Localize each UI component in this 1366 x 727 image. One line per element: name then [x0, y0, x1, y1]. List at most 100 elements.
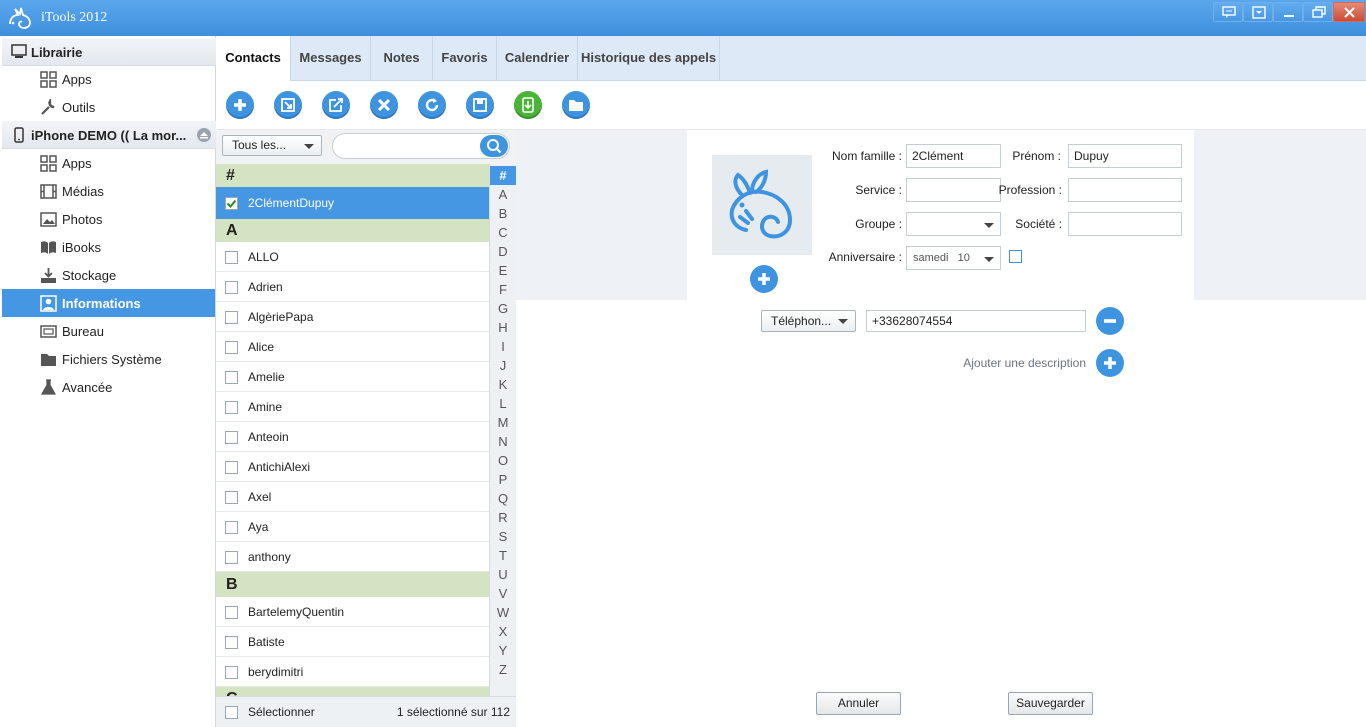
eject-icon[interactable] — [197, 128, 211, 142]
anniversaire-checkbox[interactable] — [1009, 250, 1022, 263]
checkbox[interactable] — [225, 551, 238, 564]
tab-notes[interactable]: Notes — [371, 36, 433, 81]
import-icon[interactable] — [274, 91, 302, 119]
group-filter-dropdown[interactable]: Tous les... — [222, 135, 322, 156]
alphabet-letter[interactable]: O — [490, 451, 516, 470]
list-item[interactable]: AlgèriePapa — [216, 302, 489, 332]
phone-field[interactable]: +33628074554 — [866, 310, 1086, 332]
alphabet-letter[interactable]: D — [490, 242, 516, 261]
alphabet-letter[interactable]: S — [490, 527, 516, 546]
edit-icon[interactable] — [322, 91, 350, 119]
prenom-field[interactable]: Dupuy — [1068, 144, 1182, 168]
checkbox-checked[interactable] — [225, 197, 238, 210]
alphabet-letter[interactable]: V — [490, 584, 516, 603]
list-item[interactable]: Axel — [216, 482, 489, 512]
sidebar-item-avancee[interactable]: Avancée — [2, 373, 215, 401]
checkbox[interactable] — [225, 606, 238, 619]
alphabet-letter[interactable]: W — [490, 603, 516, 622]
alphabet-letter[interactable]: P — [490, 470, 516, 489]
alphabet-letter[interactable]: I — [490, 337, 516, 356]
menu-icon[interactable] — [1243, 2, 1273, 22]
checkbox[interactable] — [225, 666, 238, 679]
save-icon[interactable] — [466, 91, 494, 119]
alphabet-letter[interactable]: Y — [490, 641, 516, 660]
list-item[interactable]: Alice — [216, 332, 489, 362]
alphabet-letter[interactable]: T — [490, 546, 516, 565]
alphabet-letter[interactable]: Z — [490, 660, 516, 679]
list-item[interactable]: Amine — [216, 392, 489, 422]
list-item[interactable]: BartelemyQuentin — [216, 597, 489, 627]
societe-field[interactable] — [1068, 212, 1182, 236]
sidebar-item-medias[interactable]: Médias — [2, 177, 215, 205]
nom-field[interactable]: 2Clément — [906, 144, 1001, 168]
sync-device-icon[interactable] — [514, 91, 542, 119]
alphabet-letter[interactable]: F — [490, 280, 516, 299]
list-item[interactable]: 2ClémentDupuy — [216, 187, 489, 219]
save-button[interactable]: Sauvegarder — [1008, 692, 1093, 715]
tab-messages[interactable]: Messages — [291, 36, 371, 81]
checkbox[interactable] — [225, 401, 238, 414]
alphabet-letter[interactable]: U — [490, 565, 516, 584]
sidebar-item-stockage[interactable]: Stockage — [2, 261, 215, 289]
list-item[interactable]: Batiste — [216, 627, 489, 657]
alphabet-letter[interactable]: L — [490, 394, 516, 413]
close-icon[interactable] — [1333, 2, 1365, 22]
phone-type-dropdown[interactable]: Téléphon... — [761, 310, 856, 332]
alphabet-letter[interactable]: R — [490, 508, 516, 527]
alphabet-letter[interactable]: M — [490, 413, 516, 432]
tab-favoris[interactable]: Favoris — [433, 36, 497, 81]
restore-icon[interactable] — [1303, 2, 1333, 22]
alphabet-letter[interactable]: B — [490, 204, 516, 223]
cancel-button[interactable]: Annuler — [816, 692, 901, 715]
anniversaire-dropdown[interactable]: samedi 10 — [906, 246, 1001, 270]
profession-field[interactable] — [1068, 178, 1182, 202]
delete-icon[interactable] — [370, 91, 398, 119]
alphabet-letter[interactable]: G — [490, 299, 516, 318]
add-icon[interactable] — [226, 91, 254, 119]
checkbox[interactable] — [225, 491, 238, 504]
alphabet-index[interactable]: # A B C D E F G H I J K L M N O P Q R S T U V W X Y Z — [489, 164, 516, 696]
alphabet-letter[interactable]: C — [490, 223, 516, 242]
list-item[interactable]: AntichiAlexi — [216, 452, 489, 482]
add-photo-button[interactable] — [750, 265, 778, 293]
sidebar-item-ibooks[interactable]: iBooks — [2, 233, 215, 261]
sidebar-item-bureau[interactable]: Bureau — [2, 317, 215, 345]
sidebar-item-apps[interactable]: Apps — [2, 149, 215, 177]
tab-historique[interactable]: Historique des appels — [578, 36, 720, 81]
search-icon[interactable] — [480, 135, 508, 157]
sidebar-item-library-apps[interactable]: Apps — [2, 65, 215, 93]
list-item[interactable]: berydimitri — [216, 657, 489, 687]
checkbox[interactable] — [225, 341, 238, 354]
checkbox[interactable] — [225, 521, 238, 534]
search-input[interactable] — [332, 133, 510, 159]
list-item[interactable]: ALLO — [216, 242, 489, 272]
groupe-dropdown[interactable] — [906, 212, 1001, 236]
checkbox[interactable] — [225, 251, 238, 264]
alphabet-letter[interactable]: N — [490, 432, 516, 451]
checkbox[interactable] — [225, 461, 238, 474]
tab-contacts[interactable]: Contacts — [216, 36, 291, 82]
feedback-icon[interactable] — [1213, 2, 1243, 22]
list-item[interactable]: Amelie — [216, 362, 489, 392]
checkbox[interactable] — [225, 371, 238, 384]
refresh-icon[interactable] — [418, 91, 446, 119]
sidebar-item-photos[interactable]: Photos — [2, 205, 215, 233]
checkbox[interactable] — [225, 281, 238, 294]
alphabet-letter[interactable]: A — [490, 185, 516, 204]
minimize-icon[interactable] — [1273, 2, 1303, 22]
contact-list[interactable]: # 2ClémentDupuy A ALLO Adrien AlgèriePap… — [216, 164, 489, 696]
alphabet-letter[interactable]: J — [490, 356, 516, 375]
avatar[interactable] — [712, 155, 812, 255]
alphabet-letter[interactable]: E — [490, 261, 516, 280]
sidebar-item-fichiers-systeme[interactable]: Fichiers Système — [2, 345, 215, 373]
open-folder-icon[interactable] — [562, 91, 590, 119]
alphabet-letter[interactable]: H — [490, 318, 516, 337]
checkbox[interactable] — [225, 431, 238, 444]
add-description-button[interactable] — [1096, 349, 1124, 377]
tab-calendrier[interactable]: Calendrier — [497, 36, 578, 81]
remove-phone-button[interactable] — [1096, 307, 1124, 335]
list-item[interactable]: Anteoin — [216, 422, 489, 452]
sidebar-section-device[interactable]: iPhone DEMO (( La mor... — [2, 121, 216, 149]
checkbox[interactable] — [225, 311, 238, 324]
checkbox[interactable] — [225, 636, 238, 649]
